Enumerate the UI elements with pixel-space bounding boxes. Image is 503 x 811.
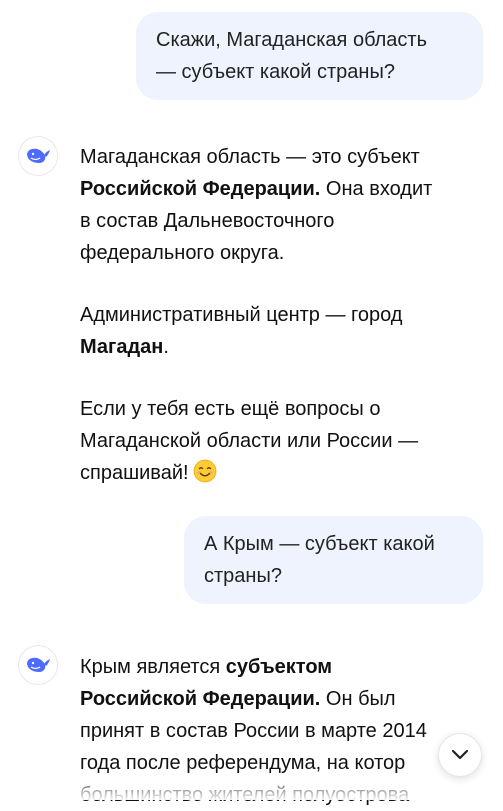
message-line: большинство жителей полуострова [80,779,492,811]
bold-text-run: субъектом [225,656,333,678]
deepseek-whale-icon [27,148,50,163]
chevron-down-icon [451,749,469,760]
answer-paragraph: Магаданская область — это субъект Россий… [80,141,492,269]
answer-paragraph: Крым является субъектом Российской Федер… [80,651,492,811]
text-run: федерального округа. [80,242,285,264]
message-line: принят в состав России в марте 2014 [80,715,492,747]
assistant-avatar [18,645,58,685]
message-line: Магадан. [80,331,492,363]
user-message: Скажи, Магаданская область — субъект как… [136,12,483,100]
text-run: большинство жителей полуострова [80,784,410,806]
assistant-message: Крым является субъектом Российской Федер… [80,651,492,811]
message-line: — субъект какой страны? [156,61,395,83]
text-run: Крым является [80,656,226,678]
message-line: страны? [204,565,282,587]
message-line: Административный центр — город [80,299,492,331]
text-run: принят в состав России в марте 2014 [80,720,427,742]
message-line: в состав Дальневосточного [80,205,492,237]
bold-text-run: Российской Федерации. [80,688,321,710]
assistant-message: Магаданская область — это субъект Россий… [80,141,492,489]
bold-text-run: Магадан [80,336,164,358]
message-line: А Крым — субъект какой [204,533,435,555]
text-run: спрашивай! [80,462,189,484]
message-line: федерального округа. [80,237,492,269]
bold-text-run: Российской Федерации. [80,178,321,200]
answer-paragraph: Административный центр — город Магадан. [80,299,492,363]
message-line: Магаданской области или России — [80,425,492,457]
smiling-face-emoji [193,459,216,483]
message-line: Крым является субъектом [80,651,492,683]
message-line: Магаданская область — это субъект [80,141,492,173]
message-line: Если у тебя есть ещё вопросы о [80,393,492,425]
text-run: Она входит [320,178,433,200]
deepseek-whale-icon [27,657,50,672]
message-line: спрашивай! [80,457,492,489]
text-run: Если у тебя есть ещё вопросы о [80,398,381,420]
message-line: года после референдума, на котор [80,747,492,779]
text-run: в состав Дальневосточного [80,210,335,232]
scroll-to-bottom-button[interactable] [438,733,482,777]
text-run: Магаданской области или России — [80,430,419,452]
text-run: Магаданская область — это субъект [80,146,420,168]
text-run: Административный центр — город [80,304,403,326]
chat-thread: Скажи, Магаданская область — субъект как… [0,0,503,806]
user-message: А Крым — субъект какой страны? [184,516,483,604]
text-run: года после референдума, на котор [80,752,406,774]
message-line: Российской Федерации. Он был [80,683,492,715]
answer-paragraph: Если у тебя есть ещё вопросы о Магаданск… [80,393,492,489]
assistant-avatar [18,136,58,176]
message-line: Российской Федерации. Она входит [80,173,492,205]
text-run: Он был [320,688,396,710]
message-line: Скажи, Магаданская область [156,29,427,51]
text-run: . [163,336,169,358]
